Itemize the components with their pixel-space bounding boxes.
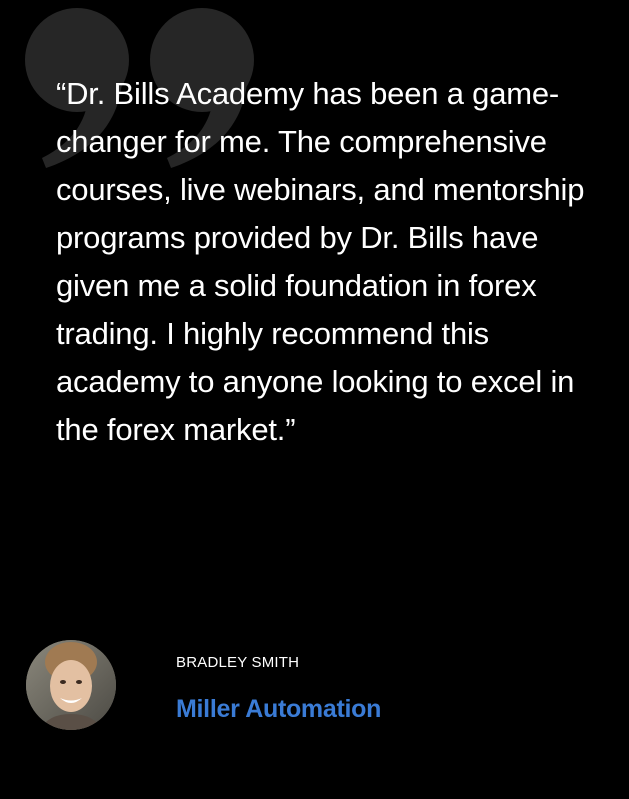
avatar (26, 640, 116, 730)
testimonial-quote: “Dr. Bills Academy has been a game-chang… (56, 76, 585, 447)
author-name: BRADLEY SMITH (176, 654, 300, 671)
author-block: BRADLEY SMITH Miller Automation (26, 640, 606, 732)
author-company[interactable]: Miller Automation (176, 695, 381, 724)
